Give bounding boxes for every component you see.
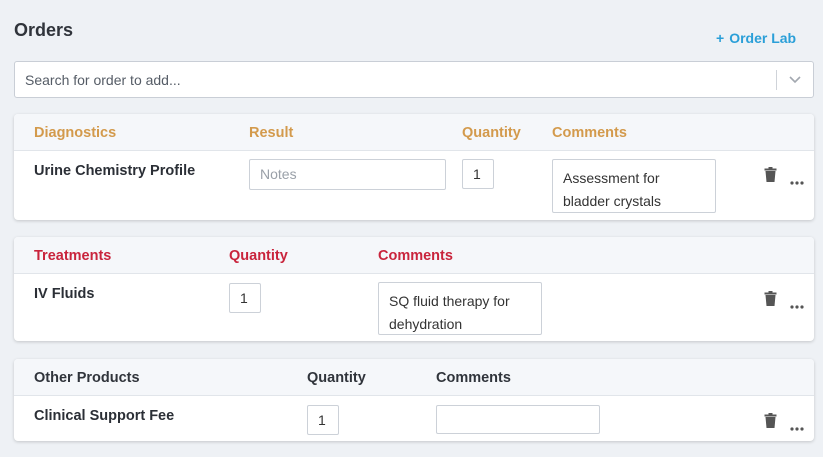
treatments-col-quantity: Quantity <box>229 248 288 264</box>
treatment-comments-input[interactable]: SQ fluid therapy for dehydration <box>378 282 542 335</box>
other-products-header: Other Products Quantity Comments <box>14 359 814 396</box>
treatments-col-comments: Comments <box>378 248 453 264</box>
treatments-col-name: Treatments <box>34 248 112 264</box>
trash-icon[interactable] <box>764 413 777 433</box>
diagnostic-comments-input[interactable]: Assessment for bladder crystals <box>552 159 716 213</box>
other-comments-input[interactable] <box>436 405 600 434</box>
treatment-quantity-input[interactable]: 1 <box>229 283 261 313</box>
other-col-comments: Comments <box>436 370 511 386</box>
diagnostics-section: Diagnostics Result Quantity Comments Uri… <box>14 114 814 220</box>
diagnostics-col-quantity: Quantity <box>462 125 521 141</box>
order-lab-label: Order Lab <box>729 30 797 46</box>
other-col-name: Other Products <box>34 370 140 386</box>
diagnostics-header: Diagnostics Result Quantity Comments <box>14 114 814 151</box>
other-item-name: Clinical Support Fee <box>34 408 175 424</box>
other-quantity-input[interactable]: 1 <box>307 405 339 435</box>
more-icon[interactable] <box>790 172 804 190</box>
more-icon[interactable] <box>790 296 804 314</box>
diagnostics-col-result: Result <box>249 125 294 141</box>
search-separator <box>776 70 777 90</box>
more-icon[interactable] <box>790 418 804 436</box>
trash-icon[interactable] <box>764 167 777 187</box>
other-products-section: Other Products Quantity Comments Clinica… <box>14 359 814 441</box>
result-notes-input[interactable]: Notes <box>249 159 446 190</box>
trash-icon[interactable] <box>764 291 777 311</box>
diagnostic-quantity-input[interactable]: 1 <box>462 159 494 189</box>
treatments-header: Treatments Quantity Comments <box>14 237 814 274</box>
treatment-item-name: IV Fluids <box>34 286 95 302</box>
other-col-quantity: Quantity <box>307 370 366 386</box>
plus-icon: + <box>716 30 725 46</box>
diagnostics-col-name: Diagnostics <box>34 125 117 141</box>
treatments-section: Treatments Quantity Comments IV Fluids 1… <box>14 237 814 341</box>
search-input[interactable] <box>15 62 775 97</box>
order-search <box>14 61 814 98</box>
diagnostic-item-name: Urine Chemistry Profile <box>34 163 196 179</box>
order-lab-button[interactable]: + Order Lab <box>716 30 796 46</box>
chevron-down-icon[interactable] <box>785 71 805 89</box>
page-title: Orders <box>14 20 74 40</box>
diagnostics-col-comments: Comments <box>552 125 627 141</box>
